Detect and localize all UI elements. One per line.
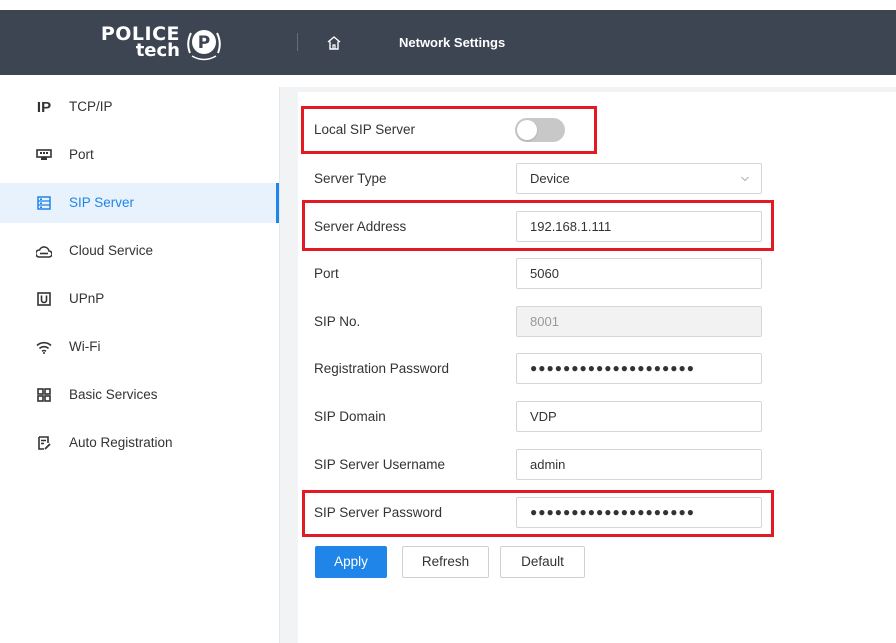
refresh-button[interactable]: Refresh — [402, 546, 489, 578]
basic-services-icon — [36, 387, 52, 403]
port-icon — [36, 147, 52, 163]
sidebar-item-sip-server[interactable]: SIP Server — [0, 183, 279, 223]
sip-no-input: 8001 — [516, 306, 762, 337]
sidebar-item-port[interactable]: Port — [0, 135, 279, 175]
sidebar-item-label: SIP Server — [69, 195, 135, 210]
sidebar-item-label: Port — [69, 147, 94, 162]
sidebar-item-label: Basic Services — [69, 387, 158, 402]
server-type-label: Server Type — [314, 171, 387, 186]
server-type-select[interactable]: Device — [516, 163, 762, 194]
brand-badge-letter: P — [198, 33, 210, 53]
apply-button[interactable]: Apply — [315, 546, 387, 578]
sip-no-label: SIP No. — [314, 314, 361, 329]
default-button[interactable]: Default — [500, 546, 585, 578]
home-icon[interactable] — [326, 35, 342, 51]
chevron-down-icon — [741, 176, 749, 182]
registration-password-label: Registration Password — [314, 361, 450, 376]
sidebar-item-label: Cloud Service — [69, 243, 154, 258]
sidebar: IP TCP/IP Port SIP Server Cloud Service … — [0, 87, 280, 643]
top-bar: POLICE tech P Network Settings — [0, 10, 896, 75]
sidebar-item-tcp-ip[interactable]: IP TCP/IP — [0, 87, 279, 127]
page-title: Network Settings — [399, 35, 506, 50]
sip-server-username-label: SIP Server Username — [314, 457, 446, 472]
sidebar-item-basic-services[interactable]: Basic Services — [0, 375, 279, 415]
sip-server-username-input[interactable]: admin — [516, 449, 762, 480]
sidebar-item-upnp[interactable]: UPnP — [0, 279, 279, 319]
sidebar-item-cloud-service[interactable]: Cloud Service — [0, 231, 279, 271]
auto-registration-icon — [36, 435, 52, 451]
ip-icon: IP — [36, 98, 52, 116]
header-divider — [297, 33, 298, 51]
upnp-icon — [36, 291, 52, 307]
port-input[interactable]: 5060 — [516, 258, 762, 289]
brand-word-tech: tech — [135, 40, 180, 61]
sidebar-item-auto-registration[interactable]: Auto Registration — [0, 423, 279, 463]
registration-password-input[interactable]: ●●●●●●●●●●●●●●●●●●●● — [516, 353, 762, 384]
wifi-icon — [36, 339, 52, 355]
highlight-box-server-address — [302, 200, 774, 251]
brand-badge-icon: P — [187, 30, 221, 61]
sip-domain-input[interactable]: VDP — [516, 401, 762, 432]
sidebar-item-label: Wi-Fi — [69, 339, 101, 354]
sidebar-item-label: UPnP — [69, 291, 105, 306]
server-type-value: Device — [530, 171, 570, 186]
sidebar-item-label: TCP/IP — [69, 99, 113, 114]
brand-logo: POLICE tech P — [80, 23, 250, 63]
highlight-box-local-sip-server — [301, 106, 597, 154]
sidebar-item-label: Auto Registration — [69, 435, 173, 450]
cloud-icon — [36, 243, 52, 259]
sip-domain-label: SIP Domain — [314, 409, 386, 424]
port-label: Port — [314, 266, 339, 281]
sidebar-item-wifi[interactable]: Wi-Fi — [0, 327, 279, 367]
highlight-box-sip-server-password — [302, 490, 774, 537]
sip-server-icon — [36, 195, 52, 211]
